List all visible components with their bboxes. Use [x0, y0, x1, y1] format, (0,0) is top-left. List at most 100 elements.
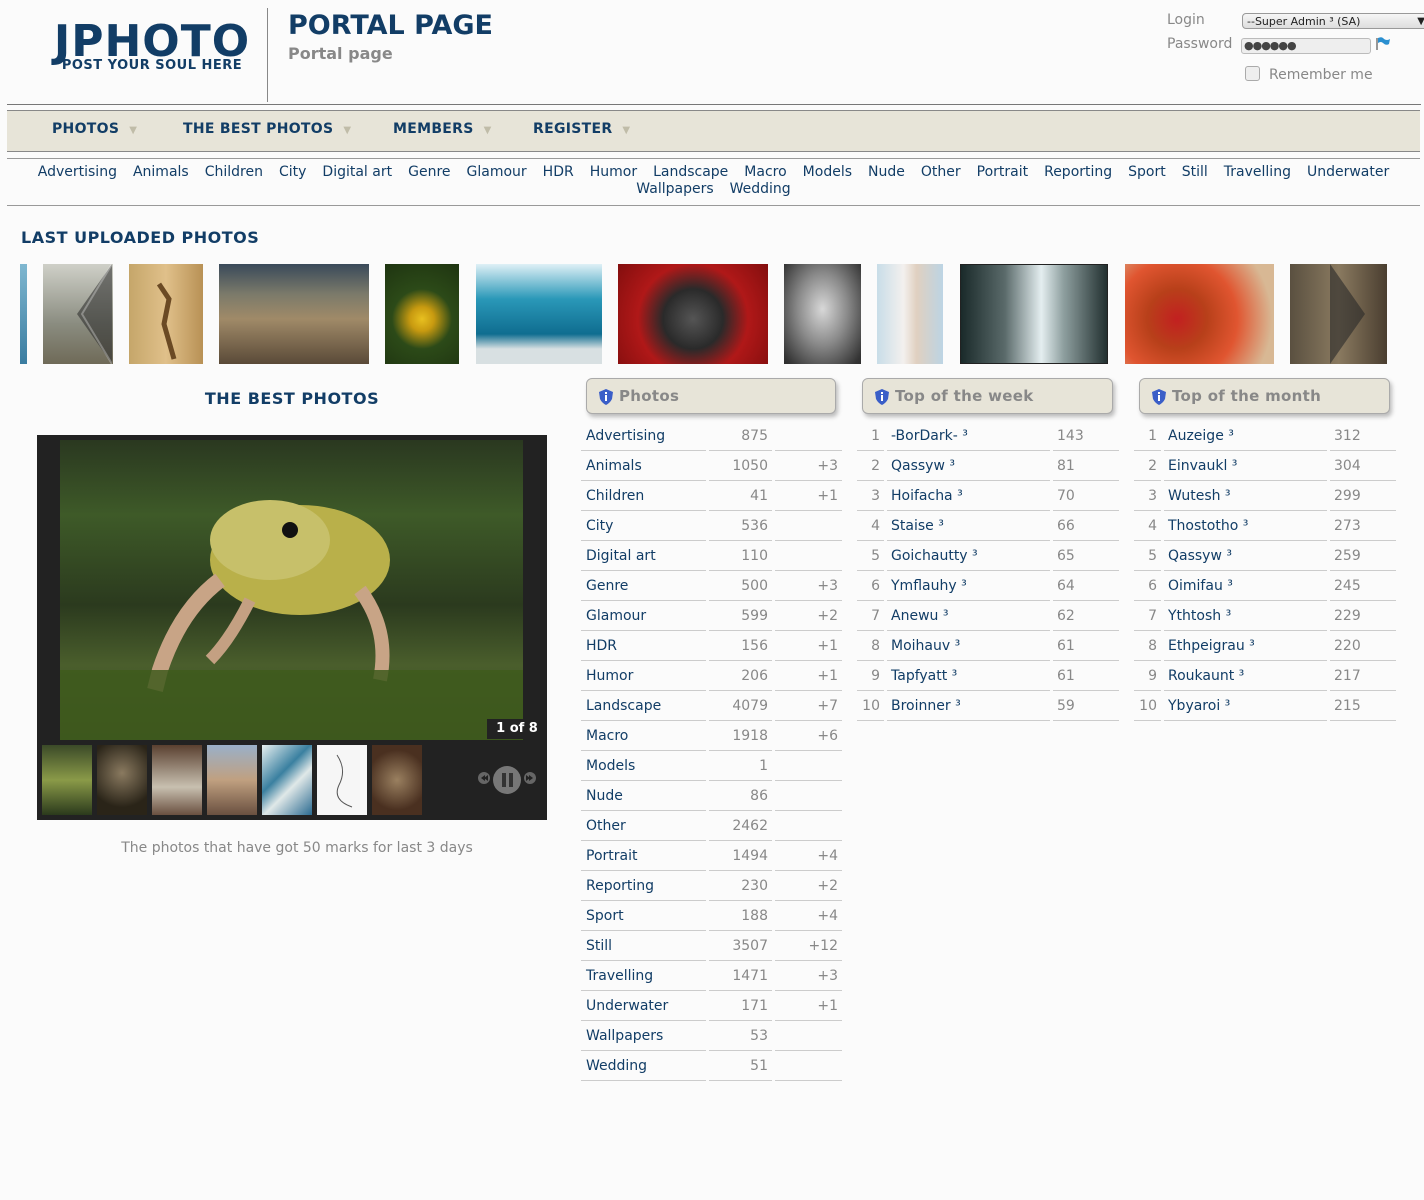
slideshow-thumb[interactable] [262, 745, 312, 815]
nav-best-photos[interactable]: THE BEST PHOTOS ▼ [183, 121, 351, 137]
category-link[interactable]: City [279, 164, 306, 180]
category-link[interactable]: Still [586, 938, 612, 954]
category-link[interactable]: Landscape [586, 698, 661, 714]
category-link[interactable]: Travelling [586, 968, 653, 984]
photo-thumb[interactable] [618, 264, 768, 364]
category-link[interactable]: Macro [586, 728, 628, 744]
category-link[interactable]: Genre [586, 578, 628, 594]
category-link[interactable]: Sport [586, 908, 624, 924]
category-link[interactable]: Macro [744, 164, 786, 180]
member-link[interactable]: Roukaunt ³ [1168, 668, 1244, 684]
slideshow-thumb[interactable] [42, 745, 92, 815]
category-link[interactable]: Glamour [586, 608, 646, 624]
member-link[interactable]: Ybyaroi ³ [1168, 698, 1230, 714]
photo-thumb[interactable] [960, 264, 1108, 364]
chevron-left-icon[interactable] [42, 263, 113, 365]
login-select[interactable]: --Super Admin ³ (SA) ▼ [1242, 13, 1424, 29]
photo-thumb[interactable] [129, 264, 203, 364]
category-link[interactable]: Children [205, 164, 263, 180]
nav-photos[interactable]: PHOTOS ▼ [52, 121, 137, 137]
member-link[interactable]: Auzeige ³ [1168, 428, 1234, 444]
category-link[interactable]: Nude [868, 164, 905, 180]
photo-thumb[interactable] [476, 264, 602, 364]
member-cell: Staise ³ [887, 511, 1050, 541]
category-link[interactable]: Models [803, 164, 852, 180]
member-link[interactable]: Einvaukl ³ [1168, 458, 1237, 474]
category-link[interactable]: Underwater [586, 998, 668, 1014]
category-link[interactable]: Children [586, 488, 644, 504]
member-link[interactable]: Thostotho ³ [1168, 518, 1248, 534]
nav-register[interactable]: REGISTER ▼ [533, 121, 630, 137]
category-link[interactable]: Other [921, 164, 961, 180]
category-link[interactable]: City [586, 518, 613, 534]
member-link[interactable]: Broinner ³ [891, 698, 961, 714]
member-link[interactable]: Ythtosh ³ [1168, 608, 1231, 624]
category-link[interactable]: Sport [1128, 164, 1166, 180]
category-link[interactable]: Landscape [653, 164, 728, 180]
rewind-icon[interactable] [478, 772, 490, 784]
category-link[interactable]: Humor [586, 668, 633, 684]
score-cell: 70 [1053, 481, 1119, 511]
member-link[interactable]: Anewu ³ [891, 608, 948, 624]
site-logo[interactable]: JPHOTO POST YOUR SOUL HERE [47, 18, 257, 74]
category-link[interactable]: Wedding [586, 1058, 647, 1074]
member-link[interactable]: Ymflauhy ³ [891, 578, 967, 594]
slideshow-thumb[interactable] [97, 745, 147, 815]
slideshow-thumb[interactable] [207, 745, 257, 815]
member-link[interactable]: -BorDark- ³ [891, 428, 968, 444]
photo-thumb[interactable] [219, 264, 369, 364]
member-link[interactable]: Oimifau ³ [1168, 578, 1233, 594]
member-link[interactable]: Moihauv ³ [891, 638, 960, 654]
category-link[interactable]: Wedding [730, 181, 791, 197]
photo-thumb[interactable] [784, 264, 861, 364]
member-link[interactable]: Goichautty ³ [891, 548, 978, 564]
category-link[interactable]: Animals [586, 458, 642, 474]
nav-members[interactable]: MEMBERS ▼ [393, 121, 492, 137]
category-link[interactable]: HDR [586, 638, 617, 654]
category-link[interactable]: Advertising [38, 164, 117, 180]
category-link[interactable]: Digital art [586, 548, 656, 564]
category-link[interactable]: Wallpapers [636, 181, 713, 197]
member-link[interactable]: Tapfyatt ³ [891, 668, 957, 684]
password-input[interactable]: ●●●●●● [1241, 38, 1371, 54]
member-link[interactable]: Qassyw ³ [891, 458, 955, 474]
category-link[interactable]: Portrait [586, 848, 637, 864]
chevron-right-icon[interactable] [1310, 264, 1380, 364]
nav-label: THE BEST PHOTOS [183, 121, 334, 137]
category-link[interactable]: Genre [408, 164, 450, 180]
category-link[interactable]: Models [586, 758, 635, 774]
category-link[interactable]: Reporting [1044, 164, 1112, 180]
pause-icon[interactable] [493, 766, 521, 794]
category-link[interactable]: Advertising [586, 428, 665, 444]
member-link[interactable]: Staise ³ [891, 518, 944, 534]
member-link[interactable]: Qassyw ³ [1168, 548, 1232, 564]
category-link[interactable]: Portrait [977, 164, 1028, 180]
member-link[interactable]: Wutesh ³ [1168, 488, 1231, 504]
remember-checkbox[interactable] [1245, 66, 1260, 81]
category-link[interactable]: Travelling [1224, 164, 1291, 180]
category-link[interactable]: HDR [543, 164, 574, 180]
photo-thumb[interactable] [1125, 264, 1274, 364]
fast-forward-icon[interactable] [524, 772, 536, 784]
category-link[interactable]: Other [586, 818, 626, 834]
category-link[interactable]: Digital art [322, 164, 392, 180]
category-link[interactable]: Nude [586, 788, 623, 804]
category-link[interactable]: Wallpapers [586, 1028, 663, 1044]
best-photos-caption: The photos that have got 50 marks for la… [121, 840, 473, 856]
slideshow-thumb[interactable] [372, 745, 422, 815]
photo-thumb[interactable] [877, 264, 943, 364]
member-link[interactable]: Hoifacha ³ [891, 488, 963, 504]
category-link[interactable]: Still [1182, 164, 1208, 180]
category-link[interactable]: Humor [590, 164, 637, 180]
category-link[interactable]: Animals [133, 164, 189, 180]
category-link[interactable]: Reporting [586, 878, 654, 894]
member-link[interactable]: Ethpeigrau ³ [1168, 638, 1255, 654]
photo-thumb[interactable] [385, 264, 459, 364]
photo-thumb[interactable] [20, 264, 27, 364]
slideshow-thumb[interactable] [317, 745, 367, 815]
category-link[interactable]: Glamour [467, 164, 527, 180]
slideshow-thumb[interactable] [152, 745, 202, 815]
slideshow-main-photo[interactable] [60, 440, 523, 740]
flag-icon[interactable] [1375, 37, 1391, 55]
category-link[interactable]: Underwater [1307, 164, 1389, 180]
